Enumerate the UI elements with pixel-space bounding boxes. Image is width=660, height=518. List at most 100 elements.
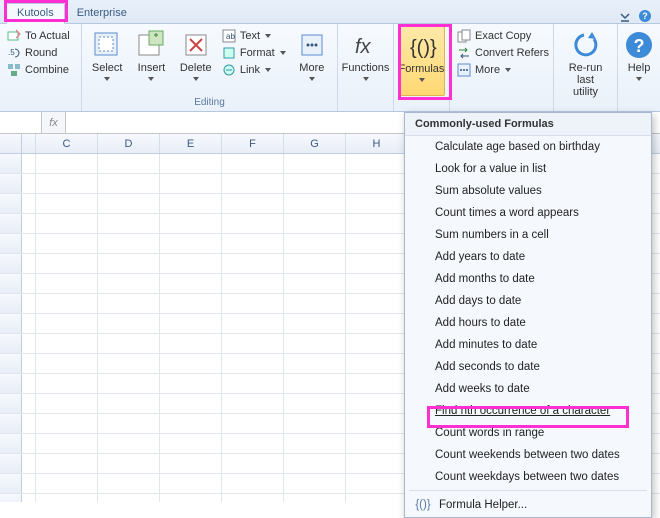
cell[interactable] xyxy=(160,214,222,233)
cell[interactable] xyxy=(222,174,284,193)
dropdown-item[interactable]: Sum numbers in a cell xyxy=(405,224,651,246)
cell[interactable] xyxy=(222,454,284,473)
cell[interactable] xyxy=(36,234,98,253)
cell[interactable] xyxy=(284,294,346,313)
row-header[interactable] xyxy=(0,414,22,433)
cell[interactable] xyxy=(222,494,284,502)
cell[interactable] xyxy=(160,494,222,502)
cell[interactable] xyxy=(346,434,408,453)
cell[interactable] xyxy=(160,234,222,253)
cell[interactable] xyxy=(98,314,160,333)
cell[interactable] xyxy=(222,374,284,393)
cell[interactable] xyxy=(98,394,160,413)
cell[interactable] xyxy=(222,294,284,313)
cell[interactable] xyxy=(98,214,160,233)
cell[interactable] xyxy=(346,474,408,493)
cell[interactable] xyxy=(98,174,160,193)
tab-enterprise[interactable]: Enterprise xyxy=(67,4,137,23)
insert-button[interactable]: Insert xyxy=(130,26,172,96)
cell[interactable] xyxy=(36,274,98,293)
row-header[interactable] xyxy=(0,474,22,493)
row-header[interactable] xyxy=(0,354,22,373)
row-header[interactable] xyxy=(0,234,22,253)
cell[interactable] xyxy=(284,394,346,413)
column-header[interactable]: H xyxy=(346,134,408,153)
dropdown-item[interactable]: Find nth occurrence of a character xyxy=(405,400,651,422)
dropdown-item[interactable]: Count words in range xyxy=(405,422,651,444)
cell[interactable] xyxy=(222,414,284,433)
cell[interactable] xyxy=(346,294,408,313)
combine-button[interactable]: Combine xyxy=(4,62,73,78)
editing-more-button[interactable]: More xyxy=(291,26,333,96)
cell[interactable] xyxy=(222,254,284,273)
cell[interactable] xyxy=(346,314,408,333)
cell[interactable] xyxy=(346,414,408,433)
cell[interactable] xyxy=(346,494,408,502)
cell[interactable] xyxy=(222,214,284,233)
formula-helper-item[interactable]: {()} Formula Helper... xyxy=(405,493,651,517)
cell[interactable] xyxy=(284,354,346,373)
cell[interactable] xyxy=(160,274,222,293)
cell[interactable] xyxy=(284,494,346,502)
cell[interactable] xyxy=(160,354,222,373)
cell[interactable] xyxy=(346,454,408,473)
dropdown-item[interactable]: Add minutes to date xyxy=(405,334,651,356)
cell[interactable] xyxy=(22,414,36,433)
row-header[interactable] xyxy=(0,154,22,173)
dropdown-item[interactable]: Count weekdays between two dates xyxy=(405,466,651,488)
column-header[interactable]: D xyxy=(98,134,160,153)
cell[interactable] xyxy=(160,394,222,413)
cell[interactable] xyxy=(346,214,408,233)
cell[interactable] xyxy=(284,334,346,353)
cell[interactable] xyxy=(22,494,36,502)
column-header[interactable]: F xyxy=(222,134,284,153)
cell[interactable] xyxy=(222,354,284,373)
cell[interactable] xyxy=(346,394,408,413)
cell[interactable] xyxy=(22,254,36,273)
delete-button[interactable]: Delete xyxy=(175,26,217,96)
right-more-button[interactable]: More xyxy=(454,62,552,78)
row-header[interactable] xyxy=(0,194,22,213)
rerun-button[interactable]: Re-runlast utility xyxy=(558,26,613,99)
cell[interactable] xyxy=(36,294,98,313)
cell[interactable] xyxy=(346,154,408,173)
format-button[interactable]: Format xyxy=(219,45,289,61)
cell[interactable] xyxy=(98,294,160,313)
cell[interactable] xyxy=(36,214,98,233)
cell[interactable] xyxy=(160,154,222,173)
cell[interactable] xyxy=(22,174,36,193)
cell[interactable] xyxy=(160,334,222,353)
cell[interactable] xyxy=(222,394,284,413)
dropdown-item[interactable]: Calculate age based on birthday xyxy=(405,136,651,158)
cell[interactable] xyxy=(36,394,98,413)
cell[interactable] xyxy=(98,334,160,353)
dropdown-item[interactable]: Add months to date xyxy=(405,268,651,290)
convert-refers-button[interactable]: Convert Refers xyxy=(454,45,552,61)
cell[interactable] xyxy=(36,354,98,373)
cell[interactable] xyxy=(36,334,98,353)
cell[interactable] xyxy=(22,394,36,413)
cell[interactable] xyxy=(36,174,98,193)
cell[interactable] xyxy=(98,494,160,502)
round-button[interactable]: .5 Round xyxy=(4,45,73,61)
cell[interactable] xyxy=(160,434,222,453)
cell[interactable] xyxy=(160,314,222,333)
dropdown-item[interactable]: Add weeks to date xyxy=(405,378,651,400)
cell[interactable] xyxy=(160,254,222,273)
cell[interactable] xyxy=(160,174,222,193)
column-header[interactable]: E xyxy=(160,134,222,153)
cell[interactable] xyxy=(160,414,222,433)
cell[interactable] xyxy=(222,314,284,333)
cell[interactable] xyxy=(98,194,160,213)
cell[interactable] xyxy=(284,434,346,453)
dropdown-item[interactable]: Look for a value in list xyxy=(405,158,651,180)
cell[interactable] xyxy=(346,334,408,353)
row-header[interactable] xyxy=(0,494,22,502)
cell[interactable] xyxy=(284,454,346,473)
cell[interactable] xyxy=(22,474,36,493)
cell[interactable] xyxy=(222,274,284,293)
cell[interactable] xyxy=(36,454,98,473)
cell[interactable] xyxy=(284,194,346,213)
cell[interactable] xyxy=(36,474,98,493)
cell[interactable] xyxy=(346,194,408,213)
